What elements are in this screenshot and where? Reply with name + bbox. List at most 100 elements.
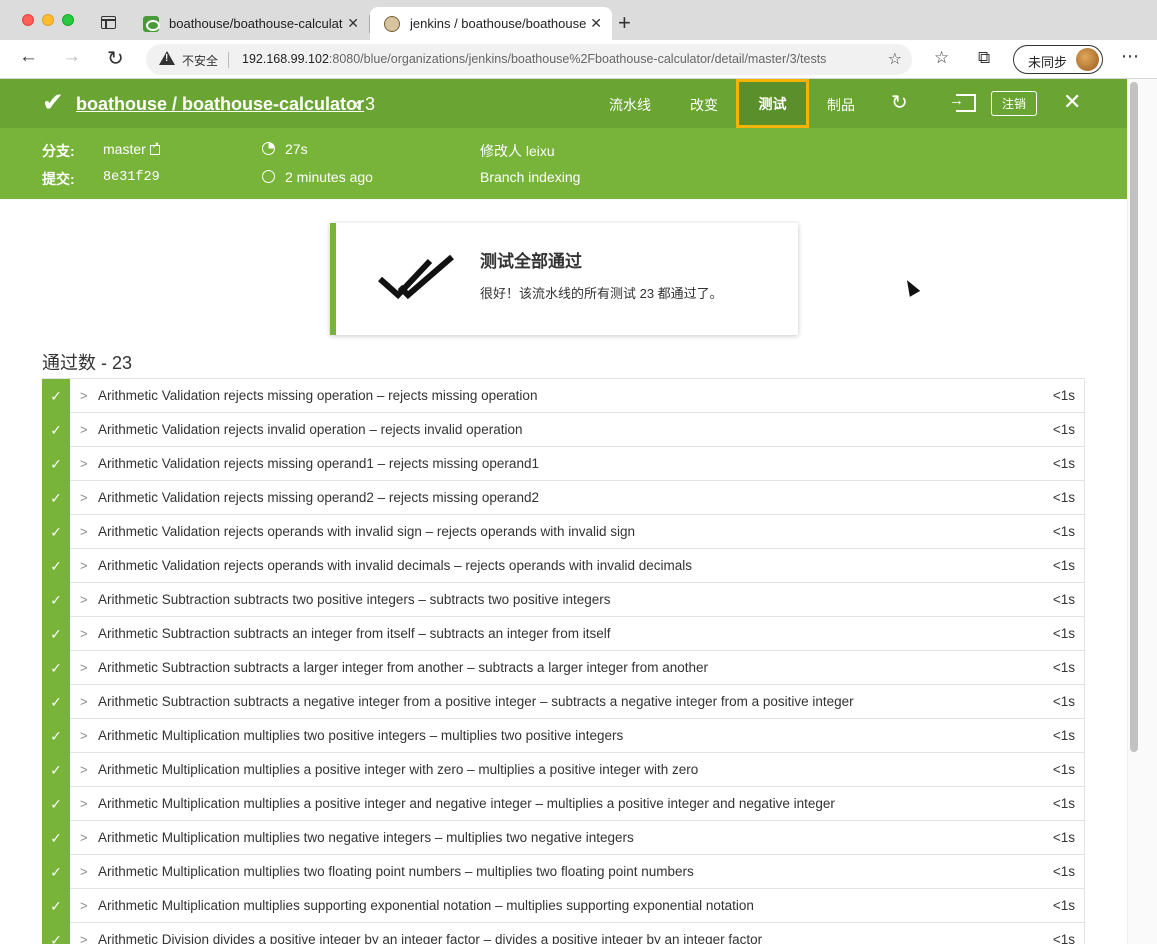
external-link-icon <box>149 140 160 155</box>
passed-check-icon: ✓ <box>42 855 70 889</box>
chevron-right-icon[interactable]: > <box>80 830 88 845</box>
profile-button[interactable]: 未同步 <box>1013 45 1103 74</box>
chevron-right-icon[interactable]: > <box>80 626 88 641</box>
test-duration: <1s <box>1052 762 1075 777</box>
branch-link[interactable]: master <box>103 140 160 157</box>
tab-changes[interactable]: 改变 <box>690 95 718 115</box>
chevron-right-icon[interactable]: > <box>80 422 88 437</box>
warning-icon[interactable] <box>159 51 175 65</box>
test-duration: <1s <box>1052 558 1075 573</box>
window-minimize-button[interactable] <box>42 14 54 26</box>
table-row[interactable]: ✓ > Arithmetic Validation rejects missing … <box>42 447 1085 481</box>
chevron-right-icon[interactable]: > <box>80 694 88 709</box>
url-host: 192.168.99.102 <box>242 52 329 66</box>
back-icon[interactable]: ← <box>19 46 38 68</box>
passed-check-icon: ✓ <box>42 379 70 413</box>
changes-by: 修改人 leixu <box>480 143 555 159</box>
test-duration: <1s <box>1052 694 1075 709</box>
table-row[interactable]: ✓ > Arithmetic Multiplication multiplies t… <box>42 821 1085 855</box>
tab-actions-icon[interactable] <box>101 16 116 29</box>
test-name: Arithmetic Validation rejects missing op… <box>98 490 539 505</box>
test-duration: <1s <box>1052 728 1075 743</box>
table-row[interactable]: ✓ > Arithmetic Subtraction subtracts an in… <box>42 617 1085 651</box>
tab-pipeline[interactable]: 流水线 <box>609 95 651 115</box>
test-duration: <1s <box>1052 830 1075 845</box>
chevron-right-icon[interactable]: > <box>80 898 88 913</box>
chevron-right-icon[interactable]: > <box>80 660 88 675</box>
window-zoom-button[interactable] <box>62 14 74 26</box>
url-field[interactable]: 不安全 192.168.99.102:8080/blue/organizatio… <box>146 44 912 75</box>
tab-tests[interactable]: 测试 <box>736 79 809 128</box>
chevron-right-icon[interactable]: > <box>80 456 88 471</box>
table-row[interactable]: ✓ > Arithmetic Subtraction subtracts a neg… <box>42 685 1085 719</box>
chevron-right-icon[interactable]: > <box>80 796 88 811</box>
branch-value: master <box>103 141 146 157</box>
test-duration: <1s <box>1052 490 1075 505</box>
table-row[interactable]: ✓ > Arithmetic Multiplication multiplies t… <box>42 719 1085 753</box>
table-row[interactable]: ✓ > Arithmetic Validation rejects missing … <box>42 379 1085 413</box>
pipeline-title-link[interactable]: boathouse / boathouse-calculator <box>76 94 364 115</box>
jenkins-favicon-icon <box>384 15 400 32</box>
table-row[interactable]: ✓ > Arithmetic Multiplication multiplies s… <box>42 889 1085 923</box>
browser-tab-github[interactable]: boathouse/boathouse-calculat ✕ <box>133 7 369 40</box>
passed-check-icon: ✓ <box>42 447 70 481</box>
chevron-right-icon[interactable]: > <box>80 932 88 944</box>
tab-title: jenkins / boathouse/boathouse <box>410 16 587 31</box>
test-name: Arithmetic Validation rejects operands w… <box>98 558 693 573</box>
commit-label: 提交: <box>42 171 75 187</box>
more-menu-icon[interactable]: ⋯ <box>1121 46 1139 67</box>
table-row[interactable]: ✓ > Arithmetic Validation rejects operands… <box>42 549 1085 583</box>
chevron-right-icon[interactable]: > <box>80 728 88 743</box>
test-name: Arithmetic Multiplication multiplies two… <box>98 864 694 879</box>
tab-artifacts[interactable]: 制品 <box>827 95 855 115</box>
close-icon[interactable]: ✕ <box>1063 89 1081 115</box>
test-duration: <1s <box>1052 388 1075 403</box>
chevron-right-icon[interactable]: > <box>80 762 88 777</box>
tab-close-icon[interactable]: ✕ <box>590 15 602 32</box>
favorites-icon[interactable]: ☆ <box>934 48 949 68</box>
chevron-right-icon[interactable]: > <box>80 490 88 505</box>
commit-value[interactable]: 8e31f29 <box>103 170 160 185</box>
table-row[interactable]: ✓ > Arithmetic Multiplication multiplies a… <box>42 787 1085 821</box>
forward-icon[interactable]: → <box>62 46 81 68</box>
rerun-icon[interactable]: ↻ <box>891 90 908 115</box>
test-name: Arithmetic Multiplication multiplies two… <box>98 830 634 845</box>
sign-out-icon[interactable] <box>949 92 976 112</box>
chevron-right-icon[interactable]: > <box>80 558 88 573</box>
table-row[interactable]: ✓ > Arithmetic Subtraction subtracts a lar… <box>42 651 1085 685</box>
tab-close-icon[interactable]: ✕ <box>347 15 359 32</box>
window-close-button[interactable] <box>22 14 34 26</box>
table-row[interactable]: ✓ > Arithmetic Subtraction subtracts two p… <box>42 583 1085 617</box>
table-row[interactable]: ✓ > Arithmetic Division divides a positive… <box>42 923 1085 944</box>
chevron-right-icon[interactable]: > <box>80 388 88 403</box>
test-duration: <1s <box>1052 932 1075 944</box>
scrollbar-thumb[interactable] <box>1130 82 1138 752</box>
add-favorite-icon[interactable]: ☆ <box>888 49 902 69</box>
chevron-right-icon[interactable]: > <box>80 592 88 607</box>
passed-check-icon: ✓ <box>42 685 70 719</box>
chevron-right-icon[interactable]: > <box>80 864 88 879</box>
profile-label: 未同步 <box>1028 55 1068 70</box>
table-row[interactable]: ✓ > Arithmetic Validation rejects invalid … <box>42 413 1085 447</box>
logout-button[interactable]: 注销 <box>991 91 1037 116</box>
test-duration: <1s <box>1052 422 1075 437</box>
run-number-value: 3 <box>365 94 376 114</box>
test-name: Arithmetic Subtraction subtracts an inte… <box>98 626 611 641</box>
insecure-label[interactable]: 不安全 <box>182 52 218 69</box>
test-duration: <1s <box>1052 864 1075 879</box>
new-tab-button[interactable]: + <box>618 10 631 36</box>
reload-icon[interactable]: ↻ <box>107 46 124 71</box>
run-number: ‹ 3 <box>354 94 375 115</box>
chevron-right-icon[interactable]: > <box>80 524 88 539</box>
table-row[interactable]: ✓ > Arithmetic Multiplication multiplies a… <box>42 753 1085 787</box>
collections-icon[interactable]: ⧉ <box>978 48 990 68</box>
table-row[interactable]: ✓ > Arithmetic Validation rejects missing … <box>42 481 1085 515</box>
table-row[interactable]: ✓ > Arithmetic Multiplication multiplies t… <box>42 855 1085 889</box>
passed-check-icon: ✓ <box>42 787 70 821</box>
browser-tab-jenkins[interactable]: jenkins / boathouse/boathouse ✕ <box>370 7 612 40</box>
test-duration: <1s <box>1052 626 1075 641</box>
table-row[interactable]: ✓ > Arithmetic Validation rejects operands… <box>42 515 1085 549</box>
url-text[interactable]: 192.168.99.102:8080/blue/organizations/j… <box>242 52 826 66</box>
test-name: Arithmetic Validation rejects operands w… <box>98 524 636 539</box>
duration-value: 27s <box>285 141 308 157</box>
